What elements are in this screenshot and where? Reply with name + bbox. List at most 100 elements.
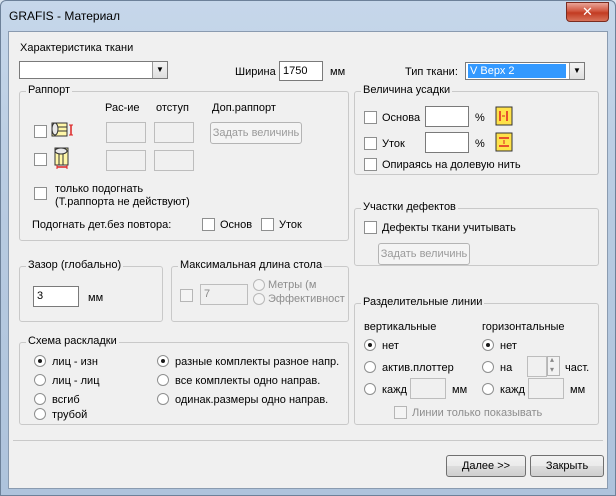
rapport-group: Раппорт Рас-ие отступ Доп.раппорт Задать… bbox=[19, 84, 349, 241]
fabric-label: Характеристика ткани bbox=[20, 42, 134, 54]
dialog-window: GRAFIS - Материал ✕ Характеристика ткани… bbox=[0, 0, 616, 496]
gap-title: Зазор (глобально) bbox=[26, 259, 124, 271]
show-lines-only-checkbox[interactable] bbox=[394, 406, 407, 419]
shrink-osnova-checkbox[interactable] bbox=[364, 111, 377, 124]
only-fit-label: только подогнать bbox=[55, 183, 144, 195]
meters-radio[interactable] bbox=[253, 279, 265, 291]
shrink-utok-label: Уток bbox=[382, 138, 405, 150]
shrink-utok-input[interactable] bbox=[425, 132, 469, 153]
scheme-all-sets-label: все комплекты одно направ. bbox=[175, 375, 321, 387]
grain-line-checkbox[interactable] bbox=[364, 158, 377, 171]
close-icon: ✕ bbox=[582, 4, 593, 19]
fit-without-repeat-label: Подогнать дет.без повтора: bbox=[32, 219, 172, 231]
shrink-osnova-label: Основа bbox=[382, 112, 421, 124]
width-unit: мм bbox=[330, 66, 346, 78]
vertical-lines-label: вертикальные bbox=[364, 321, 437, 333]
horizontal-rapport-icon bbox=[51, 119, 73, 139]
horizontal-every-input[interactable] bbox=[528, 378, 564, 399]
shrinkage-title: Величина усадки bbox=[361, 84, 453, 96]
horizontal-parts-spinner[interactable] bbox=[547, 355, 560, 376]
horizontal-on-label: на bbox=[500, 362, 513, 374]
efficiency-label: Эффективност bbox=[268, 293, 345, 305]
defects-group: Участки дефектов Дефекты ткани учитывать… bbox=[354, 201, 599, 266]
fit-osnov-label: Основ bbox=[220, 219, 253, 231]
chevron-down-icon: ▼ bbox=[569, 63, 584, 79]
horizontal-none-radio[interactable] bbox=[482, 339, 494, 351]
rapport-set-value-button[interactable]: Задать величинь bbox=[210, 122, 302, 144]
scheme-all-sets-radio[interactable] bbox=[157, 374, 169, 386]
close-window-button[interactable]: ✕ bbox=[566, 2, 609, 22]
fit-osnov-checkbox[interactable] bbox=[202, 218, 215, 231]
horizontal-on-radio[interactable] bbox=[482, 361, 494, 373]
rapport-v-distance-input[interactable] bbox=[106, 150, 146, 171]
defects-checkbox[interactable] bbox=[364, 221, 377, 234]
scheme-face-face-label: лиц - лиц bbox=[52, 375, 100, 387]
rapport-h-distance-input[interactable] bbox=[106, 122, 146, 143]
scheme-same-sizes-label: одинак.размеры одно направ. bbox=[175, 394, 329, 406]
scheme-same-sizes-radio[interactable] bbox=[157, 393, 169, 405]
window-title: GRAFIS - Материал bbox=[9, 9, 120, 23]
shrink-utok-checkbox[interactable] bbox=[364, 137, 377, 150]
fit-utok-checkbox[interactable] bbox=[261, 218, 274, 231]
scheme-diff-sets-radio[interactable] bbox=[157, 355, 169, 367]
scheme-face-back-label: лиц - изн bbox=[52, 356, 98, 368]
horizontal-lines-label: горизонтальные bbox=[482, 321, 565, 333]
table-length-input[interactable]: 7 bbox=[200, 284, 248, 305]
table-length-group: Максимальная длина стола 7 Метры (м Эффе… bbox=[171, 259, 349, 322]
fabric-select[interactable]: ▼ bbox=[19, 61, 168, 79]
rapport-col-rasie: Рас-ие bbox=[105, 102, 140, 114]
fabric-type-value: V Верх 2 bbox=[468, 64, 566, 78]
rapport-v-offset-input[interactable] bbox=[154, 150, 194, 171]
rapport-vertical-checkbox[interactable] bbox=[34, 153, 47, 166]
only-fit-note: (Т.раппорта не действуют) bbox=[55, 196, 190, 208]
rapport-horizontal-checkbox[interactable] bbox=[34, 125, 47, 138]
gap-group: Зазор (глобально) 3 мм bbox=[19, 259, 163, 322]
vertical-plotter-label: актив.плоттер bbox=[382, 362, 454, 374]
only-fit-checkbox[interactable] bbox=[34, 187, 47, 200]
rapport-title: Раппорт bbox=[26, 84, 73, 96]
title-bar: GRAFIS - Материал ✕ bbox=[1, 1, 615, 31]
horizontal-parts-label: част. bbox=[565, 362, 590, 374]
scheme-face-back-radio[interactable] bbox=[34, 355, 46, 367]
horizontal-parts-input[interactable] bbox=[527, 356, 547, 377]
fabric-type-select[interactable]: V Верх 2 ▼ bbox=[465, 62, 585, 80]
vertical-every-unit: мм bbox=[452, 384, 468, 396]
vertical-every-label: кажд bbox=[382, 384, 407, 396]
horizontal-every-label: кажд bbox=[500, 384, 525, 396]
vertical-none-radio[interactable] bbox=[364, 339, 376, 351]
rapport-col-otstup: отступ bbox=[156, 102, 189, 114]
horizontal-every-unit: мм bbox=[570, 384, 586, 396]
layout-scheme-title: Схема раскладки bbox=[26, 335, 119, 347]
scheme-tube-radio[interactable] bbox=[34, 408, 46, 420]
rapport-h-offset-input[interactable] bbox=[154, 122, 194, 143]
vertical-plotter-radio[interactable] bbox=[364, 361, 376, 373]
meters-label: Метры (м bbox=[268, 279, 317, 291]
horizontal-every-radio[interactable] bbox=[482, 383, 494, 395]
width-input[interactable]: 1750 bbox=[279, 61, 323, 81]
defects-label: Дефекты ткани учитывать bbox=[382, 222, 516, 234]
grain-line-label: Опираясь на долевую нить bbox=[382, 159, 521, 171]
vertical-every-radio[interactable] bbox=[364, 383, 376, 395]
close-button[interactable]: Закрыть bbox=[530, 455, 604, 477]
shrink-osnova-input[interactable] bbox=[425, 106, 469, 127]
shrink-warp-icon bbox=[493, 105, 513, 126]
vertical-rapport-icon bbox=[51, 147, 71, 169]
scheme-fold-radio[interactable] bbox=[34, 393, 46, 405]
gap-input[interactable]: 3 bbox=[33, 286, 79, 307]
shrinkage-group: Величина усадки Основа % Уток % Опираясь… bbox=[354, 84, 599, 175]
dialog-body: Характеристика ткани ▼ Ширина 1750 мм Ти… bbox=[8, 31, 608, 489]
vertical-every-input[interactable] bbox=[410, 378, 446, 399]
shrink-osnova-percent: % bbox=[475, 112, 485, 124]
fabric-type-label: Тип ткани: bbox=[405, 66, 458, 78]
defects-title: Участки дефектов bbox=[361, 201, 458, 213]
table-length-checkbox[interactable] bbox=[180, 289, 193, 302]
defects-set-value-button[interactable]: Задать величинь bbox=[378, 243, 470, 265]
efficiency-radio[interactable] bbox=[253, 293, 265, 305]
rapport-col-dop: Доп.раппорт bbox=[212, 102, 276, 114]
shrink-weft-icon bbox=[493, 131, 513, 152]
scheme-face-face-radio[interactable] bbox=[34, 374, 46, 386]
next-button[interactable]: Далее >> bbox=[446, 455, 526, 477]
fit-utok-label: Уток bbox=[279, 219, 302, 231]
separator-lines-group: Разделительные линии вертикальные горизо… bbox=[354, 296, 599, 425]
chevron-down-icon: ▼ bbox=[152, 62, 167, 78]
